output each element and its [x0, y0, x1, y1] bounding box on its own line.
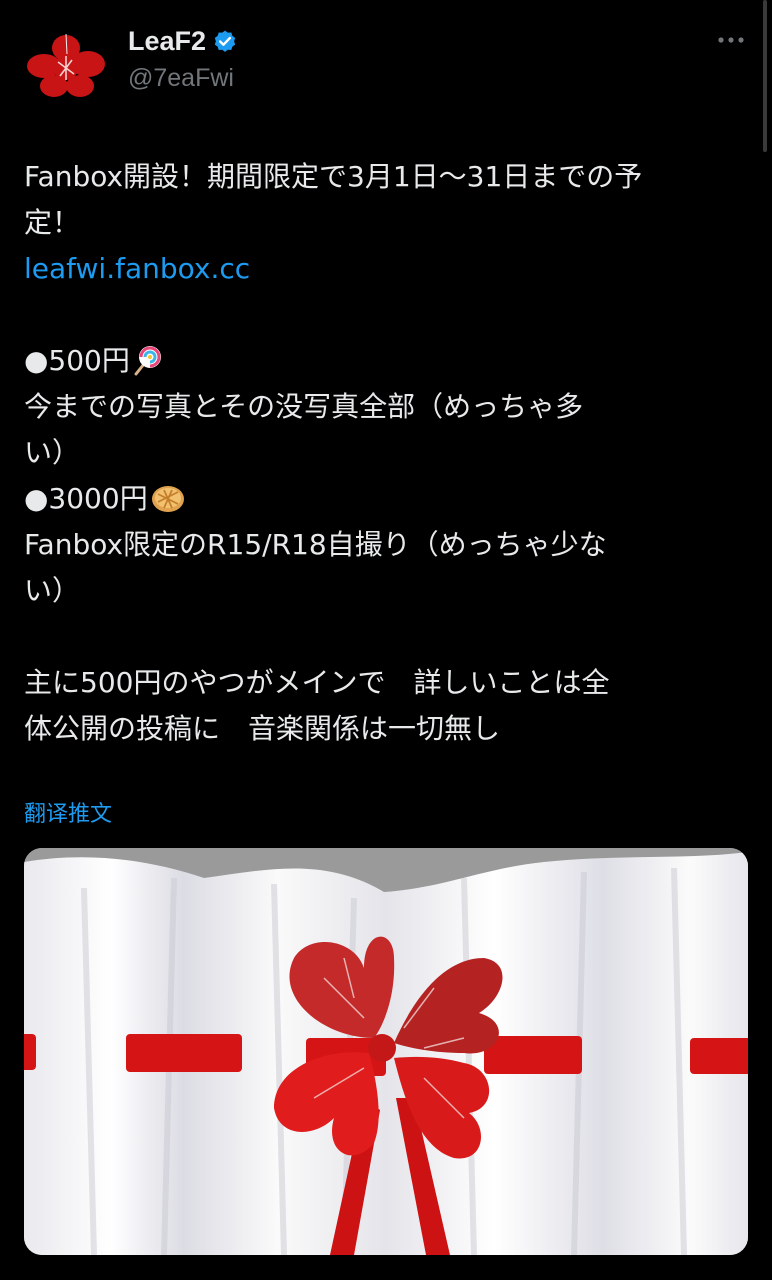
- author-name[interactable]: LeaF2: [128, 26, 206, 57]
- tweet-media-image[interactable]: [24, 848, 748, 1255]
- tweet-line-9: Fanbox限定のR15/R18自撮り（めっちゃ少な: [24, 528, 607, 561]
- author-handle[interactable]: @7eaFwi: [128, 64, 234, 93]
- red-clover-on-white-curtain-image: [24, 848, 748, 1255]
- tweet-page: LeaF2 @7eaFwi Fanbox開設！期間限定で3月1日～31日までの予…: [0, 0, 772, 1280]
- tier-500-label: ●500円: [24, 344, 130, 377]
- red-flower-avatar-icon[interactable]: [24, 32, 108, 100]
- tweet-line-7: い）: [24, 436, 81, 469]
- tweet-line-12: 主に500円のやつがメインで 詳しいことは全: [24, 666, 610, 699]
- tier-3000-label: ●3000円: [24, 482, 148, 515]
- tier-3000-line: ●3000円: [24, 476, 739, 522]
- tweet-line-6: 今までの写真とその没写真全部（めっちゃ多: [24, 390, 584, 423]
- tweet-text: Fanbox開設！期間限定で3月1日～31日までの予 定！ leafwi.fan…: [24, 154, 739, 752]
- lollipop-emoji-icon: [132, 344, 164, 376]
- tweet-line-2: 定！: [24, 206, 81, 239]
- pie-emoji-icon: [150, 482, 184, 514]
- translate-tweet-link[interactable]: 翻译推文: [24, 796, 112, 828]
- tweet-line-1: Fanbox開設！期間限定で3月1日～31日までの予: [24, 160, 643, 193]
- verified-badge-icon: [212, 29, 238, 55]
- tweet-line-10: い）: [24, 574, 81, 607]
- tier-500-line: ●500円: [24, 338, 739, 384]
- display-name[interactable]: LeaF2: [128, 26, 238, 57]
- more-dots-icon[interactable]: [716, 28, 746, 52]
- scrollbar[interactable]: [763, 0, 767, 152]
- fanbox-link[interactable]: leafwi.fanbox.cc: [24, 246, 739, 292]
- tweet-line-13: 体公開の投稿に 音楽関係は一切無し: [24, 712, 501, 745]
